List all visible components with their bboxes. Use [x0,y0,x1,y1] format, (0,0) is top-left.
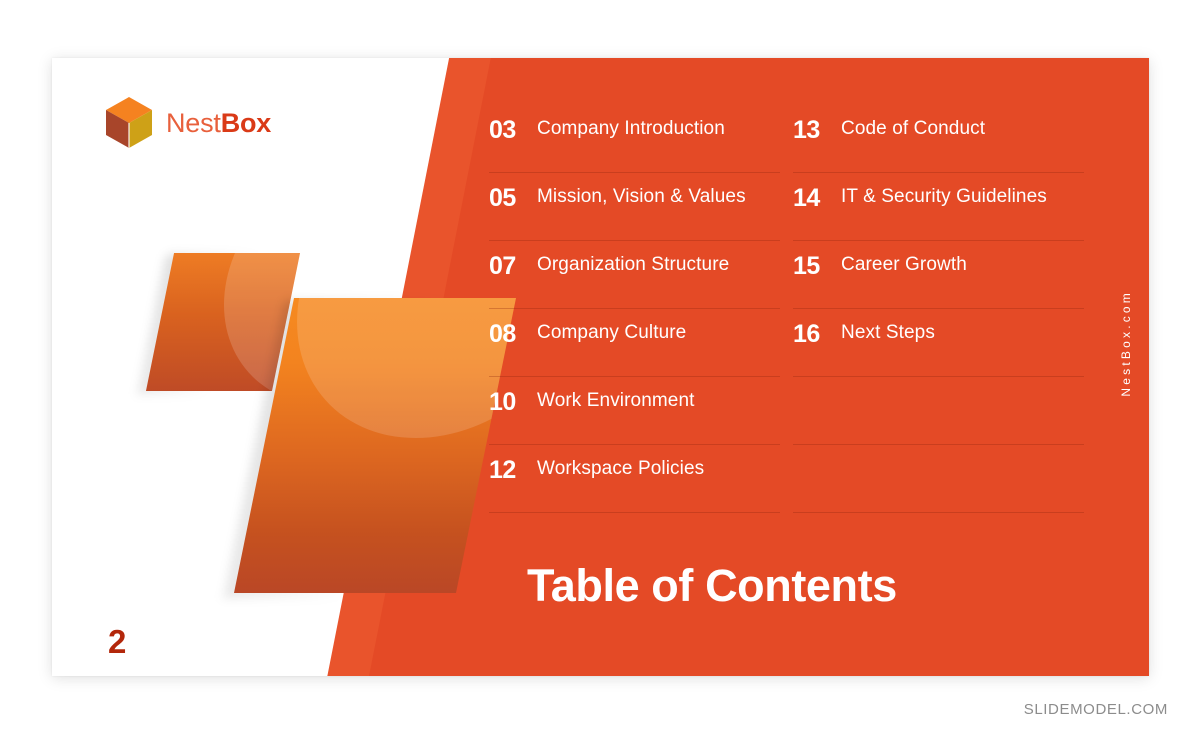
page-number: 2 [108,623,127,660]
table-of-contents: 03 Company Introduction 05 Mission, Visi… [489,105,1085,513]
toc-item[interactable]: 05 Mission, Vision & Values [489,173,780,241]
logo-wordmark-bold: Box [220,107,272,138]
toc-item-number: 07 [489,252,516,280]
toc-item-number: 05 [489,184,516,212]
cube-logo-icon [104,96,154,150]
toc-item-number: 03 [489,116,516,144]
slide-canvas: NestBox 03 Company Introduction 05 Missi… [52,58,1149,676]
toc-item-label: Mission, Vision & Values [537,186,746,207]
logo-wordmark: NestBox [166,107,272,138]
toc-item[interactable]: 16 Next Steps [793,309,1084,377]
toc-item-label: Next Steps [841,322,935,343]
logo-wordmark-light: Nest [166,107,221,138]
toc-item[interactable]: 10 Work Environment [489,377,780,445]
side-url-label: NestBox.com [1119,290,1133,397]
toc-item[interactable]: 08 Company Culture [489,309,780,377]
toc-item-label: Company Introduction [537,118,725,139]
page-root: NestBox 03 Company Introduction 05 Missi… [0,0,1200,743]
toc-item-label: Career Growth [841,254,967,275]
toc-item-label: Workspace Policies [537,458,705,479]
toc-item-label: IT & Security Guidelines [841,186,1047,207]
toc-item-number: 16 [793,320,820,348]
toc-item-label: Work Environment [537,390,695,411]
toc-item-label: Organization Structure [537,254,730,275]
slide-title: Table of Contents [527,560,897,611]
toc-item[interactable]: 13 Code of Conduct [793,105,1084,173]
toc-right-column: 13 Code of Conduct 14 IT & Security Guid… [793,105,1084,513]
toc-item-number: 15 [793,252,820,280]
toc-item-number: 10 [489,388,516,416]
toc-item-empty [793,445,1084,513]
toc-item-number: 12 [489,456,516,484]
toc-item-number: 08 [489,320,516,348]
toc-item[interactable]: 07 Organization Structure [489,241,780,309]
toc-item[interactable]: 15 Career Growth [793,241,1084,309]
toc-item[interactable]: 03 Company Introduction [489,105,780,173]
toc-item[interactable]: 14 IT & Security Guidelines [793,173,1084,241]
toc-item-label: Code of Conduct [841,118,986,139]
large-parallelogram-arc-highlight [270,298,517,438]
toc-item-empty [793,377,1084,445]
toc-item-number: 13 [793,116,820,144]
nestbox-logo[interactable]: NestBox [104,96,271,150]
slidemodel-watermark: SLIDEMODEL.COM [1023,701,1168,718]
toc-item-label: Company Culture [537,322,687,343]
toc-item-number: 14 [793,184,820,212]
toc-item[interactable]: 12 Workspace Policies [489,445,780,513]
toc-left-column: 03 Company Introduction 05 Mission, Visi… [489,105,780,513]
